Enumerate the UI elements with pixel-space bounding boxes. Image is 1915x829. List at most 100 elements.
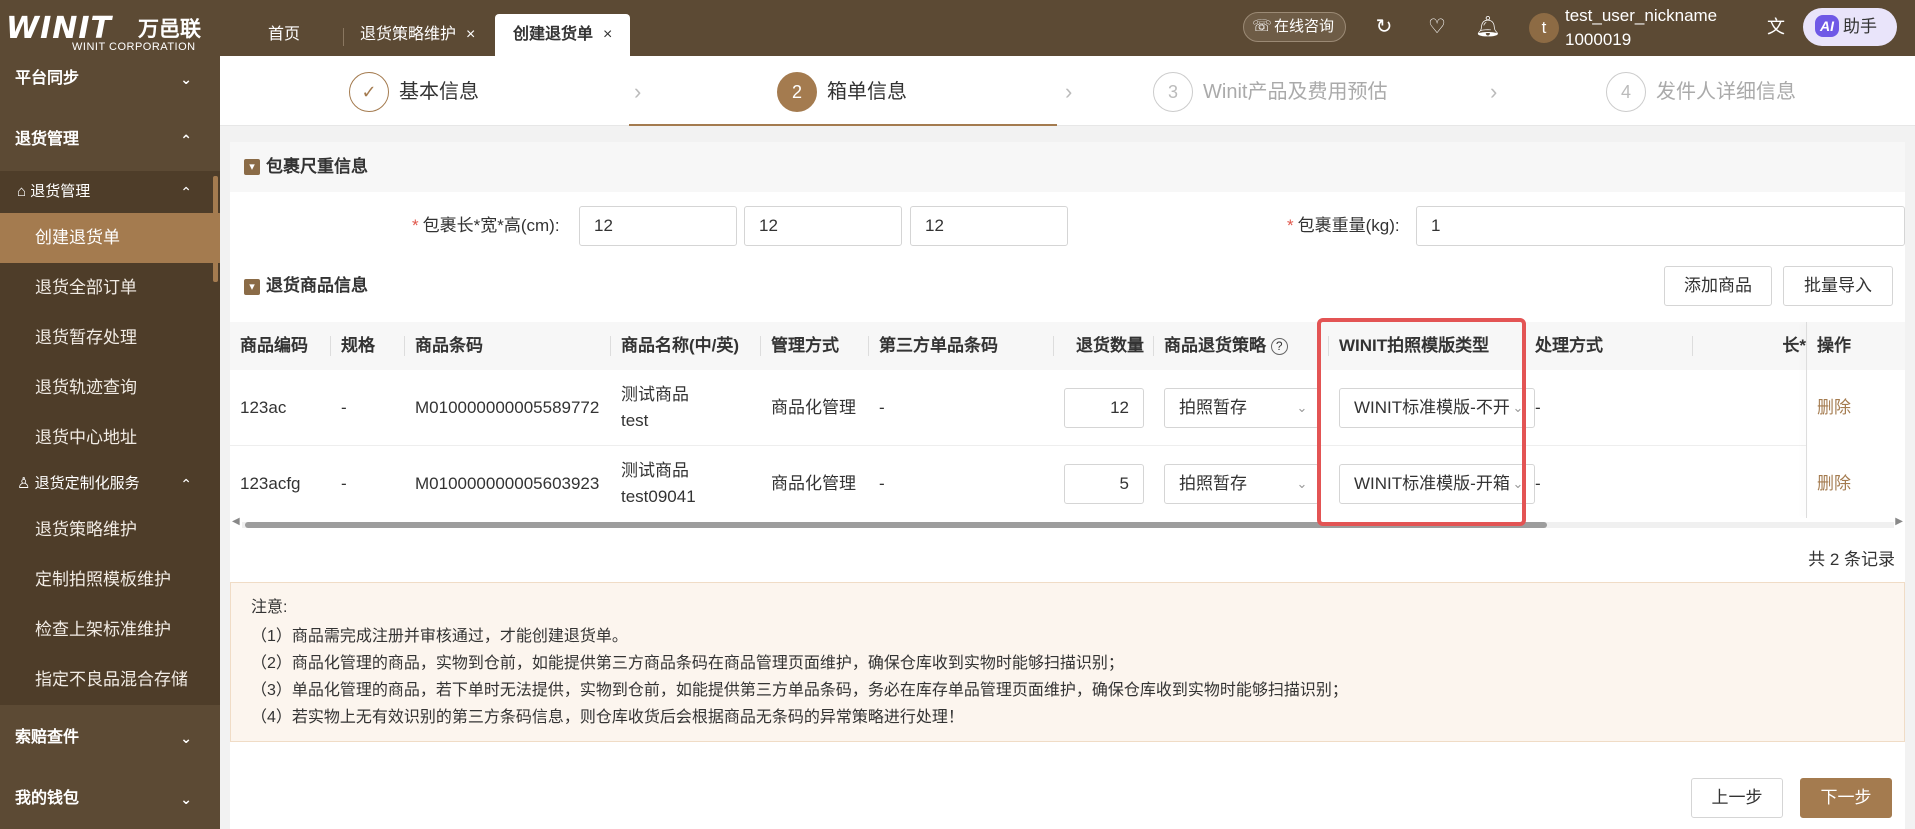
heart-icon[interactable]: ♡ [1424, 14, 1450, 40]
sidebar-item-photo-template[interactable]: 定制拍照模板维护 [0, 555, 220, 605]
user-info[interactable]: test_user_nickname 1000019 [1565, 4, 1717, 52]
username: test_user_nickname [1565, 6, 1718, 25]
sidebar-item-inspection-standard[interactable]: 检查上架标准维护 [0, 605, 220, 655]
step-label: 基本信息 [399, 81, 479, 103]
sidebar-scrollbar[interactable] [213, 176, 218, 282]
section-title: 包裹尺重信息 [266, 157, 368, 176]
template-select[interactable]: WINIT标准模版-开箱 ⌄ [1339, 464, 1535, 504]
template-select[interactable]: WINIT标准模版-不开箱 ⌄ [1339, 388, 1535, 428]
section-title: 退货商品信息 [266, 276, 368, 295]
sidebar-group-return-management[interactable]: 退货管理 ⌃ [0, 117, 220, 163]
shirt-icon: ♙ [17, 475, 31, 492]
cell-barcode: M010000000005603923 [415, 474, 600, 493]
cell-manage: 商品化管理 [771, 474, 856, 493]
sidebar-submenu-return-management[interactable]: ⌂ 退货管理 ⌃ [0, 171, 220, 213]
scroll-right-icon[interactable]: ▶ [1895, 516, 1903, 527]
height-input[interactable]: 12 [910, 206, 1068, 246]
table-row: 123ac - M010000000005589772 测试商品 test 商品… [230, 370, 1905, 446]
delete-link[interactable]: 删除 [1807, 370, 1851, 446]
top-bar: WINIT 万邑联 WINIT CORPORATION 首页 退货策略维护 × 创… [0, 0, 1915, 56]
collapse-icon[interactable]: ▾ [244, 279, 260, 295]
step-product-fee: 3 Winit产品及费用预估 [1153, 72, 1387, 112]
sidebar-item-center-address[interactable]: 退货中心地址 [0, 413, 220, 463]
sidebar-group-wallet[interactable]: 我的钱包 ⌄ [0, 776, 220, 822]
chevron-down-icon: ⌄ [1510, 465, 1526, 503]
table-row: 123acfg - M010000000005603923 测试商品 test0… [230, 446, 1905, 518]
sidebar-item-strategy[interactable]: 退货策略维护 [0, 505, 220, 555]
tab-home[interactable]: 首页 [250, 14, 318, 56]
sidebar-item-all-orders[interactable]: 退货全部订单 [0, 263, 220, 313]
col-name: 商品名称(中/英) [611, 322, 761, 370]
close-icon[interactable]: × [466, 26, 475, 43]
delete-link[interactable]: 删除 [1807, 446, 1851, 518]
translate-icon[interactable]: 文 [1763, 14, 1789, 40]
notice-head: 注意: [251, 599, 288, 616]
scrollbar-thumb[interactable] [245, 522, 1547, 528]
tab-return-strategy[interactable]: 退货策略维护 × [342, 14, 493, 56]
next-step-button[interactable]: 下一步 [1800, 778, 1892, 818]
step-label: Winit产品及费用预估 [1203, 81, 1388, 103]
table-header: 商品编码 规格 商品条码 商品名称(中/英) 管理方式 第三方单品条码 退货数量… [230, 322, 1905, 370]
ai-assistant-button[interactable]: AI 助手 [1803, 8, 1897, 46]
sidebar-submenu-label: 退货定制化服务 [34, 475, 140, 492]
step-packing-info[interactable]: 2 箱单信息 [777, 72, 907, 112]
tab-label: 退货策略维护 [360, 26, 457, 43]
add-goods-button[interactable]: 添加商品 [1664, 266, 1772, 306]
col-third-code: 第三方单品条码 [869, 322, 1054, 370]
strategy-select[interactable]: 拍照暂存 ⌄ [1164, 464, 1319, 504]
cell-code: 123acfg [240, 474, 301, 493]
scroll-left-icon[interactable]: ◀ [232, 516, 240, 527]
step-number: 3 [1153, 72, 1193, 112]
collapse-icon[interactable]: ▾ [244, 159, 260, 175]
sidebar-group-label: 我的钱包 [15, 790, 80, 807]
cell-process: - [1535, 398, 1541, 417]
sidebar-item-tracking[interactable]: 退货轨迹查询 [0, 363, 220, 413]
sidebar-group-claims[interactable]: 索赔查件 ⌄ [0, 715, 220, 761]
tab-create-return[interactable]: 创建退货单 × [495, 14, 631, 56]
refresh-icon[interactable]: ↻ [1371, 14, 1397, 40]
col-code: 商品编码 [230, 322, 331, 370]
active-step-underline [629, 124, 1057, 126]
check-icon: ✓ [349, 72, 389, 112]
qty-input[interactable]: 5 [1064, 464, 1144, 504]
notice-line: （3）单品化管理的商品，若下单时无法提供，实物到仓前，如能提供第三方单品条码，务… [251, 682, 1348, 699]
strategy-select[interactable]: 拍照暂存 ⌄ [1164, 388, 1319, 428]
help-icon[interactable]: ? [1270, 338, 1288, 355]
close-icon[interactable]: × [603, 26, 612, 43]
step-label: 箱单信息 [827, 81, 907, 103]
online-consult-button[interactable]: ☏ 在线咨询 [1243, 12, 1346, 42]
prev-step-button[interactable]: 上一步 [1691, 778, 1783, 818]
cell-third-code: - [879, 398, 885, 417]
sidebar-item-temp-storage[interactable]: 退货暂存处理 [0, 313, 220, 363]
chevron-down-icon: ⌄ [180, 71, 192, 87]
batch-import-button[interactable]: 批量导入 [1783, 266, 1893, 306]
cell-code: 123ac [240, 398, 287, 417]
table-horizontal-scrollbar[interactable]: ◀ ▶ [230, 516, 1905, 532]
cell-manage: 商品化管理 [771, 398, 856, 417]
chevron-down-icon: ⌄ [1510, 389, 1526, 427]
avatar[interactable]: t [1529, 13, 1559, 43]
col-process: 处理方式 [1525, 322, 1693, 370]
goods-table: 商品编码 规格 商品条码 商品名称(中/英) 管理方式 第三方单品条码 退货数量… [230, 322, 1905, 518]
sidebar-item-create-return[interactable]: 创建退货单 [0, 213, 220, 263]
weight-label: * 包裹重量(kg): [1287, 216, 1400, 235]
ai-label: 助手 [1843, 17, 1877, 36]
length-input[interactable]: 12 [579, 206, 737, 246]
winit-logo[interactable]: WINIT 万邑联 WINIT CORPORATION [6, 10, 206, 54]
sidebar-submenu-custom-service[interactable]: ♙ 退货定制化服务 ⌃ [0, 463, 220, 505]
chevron-right-icon: › [1065, 79, 1073, 104]
weight-input[interactable]: 1 [1416, 206, 1905, 246]
consult-label: 在线咨询 [1274, 18, 1335, 35]
col-manage: 管理方式 [761, 322, 869, 370]
qty-input[interactable]: 12 [1064, 388, 1144, 428]
step-basic-info[interactable]: ✓ 基本信息 [349, 72, 479, 112]
chevron-down-icon: ⌄ [180, 791, 192, 807]
bell-icon[interactable]: 🔔︎ [1475, 14, 1501, 40]
notice-line: （1）商品需完成注册并审核通过，才能创建退货单。 [251, 628, 628, 645]
width-input[interactable]: 12 [744, 206, 902, 246]
chevron-up-icon: ⌃ [180, 476, 192, 492]
logo-cn: 万邑联 [138, 18, 201, 41]
sidebar-item-defective-storage[interactable]: 指定不良品混合存储 [0, 655, 220, 705]
sidebar-group-platform-sync[interactable]: 平台同步 ⌄ [0, 56, 220, 102]
cell-spec: - [341, 474, 347, 493]
